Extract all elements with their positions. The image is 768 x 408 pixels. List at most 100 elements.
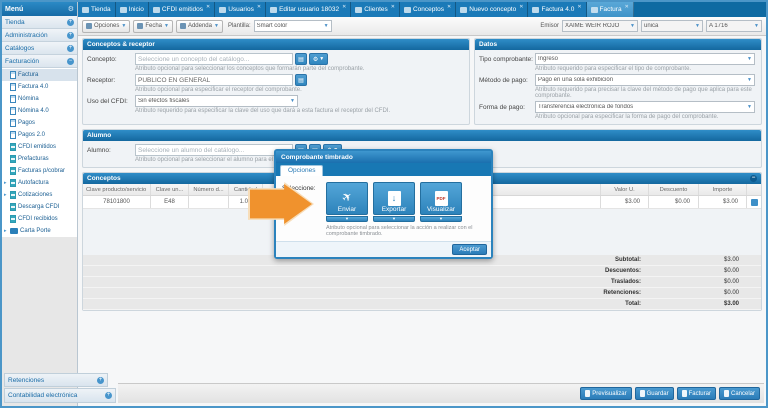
sidebar-item[interactable]: ▸ Carta Porte bbox=[2, 225, 77, 237]
col-actions bbox=[747, 184, 761, 195]
footer-button[interactable]: Previsualizar bbox=[580, 387, 632, 400]
close-icon[interactable]: ✕ bbox=[257, 2, 261, 10]
concepto-options-button[interactable]: ⚙ ▼ bbox=[309, 53, 328, 65]
footer-button[interactable]: Cancelar bbox=[718, 387, 760, 400]
close-icon[interactable]: ✕ bbox=[577, 2, 581, 10]
sidebar-section[interactable]: Facturación − bbox=[2, 55, 77, 68]
aceptar-button[interactable]: Aceptar bbox=[452, 244, 487, 255]
footer-button[interactable]: Facturar bbox=[676, 387, 716, 400]
emisor-select[interactable]: A 1716 ▼ bbox=[706, 20, 762, 32]
action-button[interactable]: Visualizar bbox=[420, 182, 462, 215]
tab[interactable]: Factura 4.0 ✕ bbox=[528, 2, 587, 17]
sidebar-item[interactable]: ▸ Factura bbox=[2, 69, 77, 81]
sidebar-section[interactable]: Administración + bbox=[2, 29, 77, 42]
sidebar-item[interactable]: ▸ Nómina bbox=[2, 93, 77, 105]
action-icon bbox=[434, 191, 448, 206]
toolbar-dropdown-button[interactable]: Fecha ▼ bbox=[133, 19, 173, 33]
footer-button[interactable]: Guardar bbox=[634, 387, 674, 400]
cell-importe: $3.00 bbox=[699, 196, 747, 208]
sidebar-section[interactable]: Catálogos + bbox=[2, 42, 77, 55]
receptor-catalog-button[interactable]: ▤ bbox=[295, 74, 307, 86]
action-dropdown-toggle[interactable]: ▼ bbox=[326, 216, 368, 222]
expand-collapse-icon[interactable]: + bbox=[97, 376, 104, 384]
panel-conceptos-receptor: Conceptos & receptor Concepto: ▤ ⚙▼ Atri… bbox=[82, 38, 470, 125]
expand-collapse-icon[interactable]: + bbox=[67, 31, 74, 39]
chevron-right-icon[interactable]: ▸ bbox=[4, 192, 8, 198]
sidebar: Menú ⚙ Tienda + Administración + Catálog… bbox=[2, 2, 78, 406]
footer-button-label: Cancelar bbox=[730, 390, 755, 397]
sidebar-item[interactable]: ▸ CFDI emitidos bbox=[2, 141, 77, 153]
tab[interactable]: Clientes ✕ bbox=[351, 2, 400, 17]
emisor-select[interactable]: XAIME WEIR ROJO ▼ bbox=[562, 20, 638, 32]
catalog-button[interactable]: ▤ bbox=[295, 53, 307, 65]
collapse-section-icon[interactable]: − bbox=[750, 175, 757, 182]
metodo-pago-help: Atributo requerido para precisar la clav… bbox=[535, 87, 752, 99]
tab[interactable]: Factura ✕ bbox=[586, 2, 634, 17]
tab[interactable]: Tienda ✕ bbox=[78, 2, 116, 17]
tab[interactable]: Inicio ✕ bbox=[115, 2, 149, 17]
sidebar-item[interactable]: ▸ Nómina 4.0 bbox=[2, 105, 77, 117]
tab[interactable]: Editar usuario 18032 ✕ bbox=[266, 2, 352, 17]
concepto-input[interactable] bbox=[135, 53, 293, 65]
tab[interactable]: Nuevo concepto ✕ bbox=[456, 2, 529, 17]
totals-block: Subtotal: $3.00 Descuentos: $0.00 Trasla… bbox=[83, 255, 761, 310]
sidebar-section[interactable]: Tienda + bbox=[2, 16, 77, 29]
sidebar-item[interactable]: ▸ Prefacturas bbox=[2, 153, 77, 165]
sidebar-item[interactable]: ▸ Pagos 2.0 bbox=[2, 129, 77, 141]
tab[interactable]: Usuarios ✕ bbox=[215, 2, 267, 17]
chevron-right-icon[interactable]: ▸ bbox=[4, 228, 8, 234]
total-label: Retenciones: bbox=[603, 290, 641, 296]
comprobante-timbrado-dialog: Comprobante timbrado Opciones Seleccione… bbox=[274, 149, 493, 259]
sidebar-section-retenciones[interactable]: Retenciones + bbox=[4, 373, 108, 387]
close-icon[interactable]: ✕ bbox=[391, 2, 395, 10]
toolbar-dropdown-button[interactable]: Addenda ▼ bbox=[175, 19, 223, 33]
row-edit-icon[interactable] bbox=[750, 198, 758, 206]
sidebar-item[interactable]: ▸ Autofactura bbox=[2, 177, 77, 189]
expand-collapse-icon[interactable]: + bbox=[67, 18, 74, 26]
chevron-right-icon[interactable]: ▸ bbox=[4, 180, 8, 186]
tipo-comprobante-select[interactable]: Ingreso ▼ bbox=[535, 53, 755, 65]
tab-icon bbox=[460, 6, 468, 13]
button-icon bbox=[585, 390, 591, 397]
forma-pago-select[interactable]: Transferencia electrónica de fondos ▼ bbox=[535, 101, 755, 113]
tab[interactable]: Conceptos ✕ bbox=[399, 2, 457, 17]
sidebar-item[interactable]: ▸ Cotizaciones bbox=[2, 189, 77, 201]
sidebar-item[interactable]: ▸ Pagos bbox=[2, 117, 77, 129]
expand-collapse-icon[interactable]: − bbox=[67, 57, 74, 65]
tab[interactable]: CFDI emitidos ✕ bbox=[148, 2, 216, 17]
uso-cfdi-select[interactable]: Sin efectos fiscales ▼ bbox=[135, 95, 298, 107]
dialog-tab-strip: Opciones bbox=[276, 163, 491, 176]
forma-pago-value: Transferencia electrónica de fondos bbox=[538, 104, 634, 110]
emisor-select[interactable]: unica ▼ bbox=[641, 20, 703, 32]
sidebar-item[interactable]: ▸ CFDI recibidos bbox=[2, 213, 77, 225]
close-icon[interactable]: ✕ bbox=[447, 2, 451, 10]
expand-collapse-icon[interactable]: + bbox=[105, 392, 112, 399]
close-icon[interactable]: ✕ bbox=[206, 2, 210, 10]
uso-cfdi-value: Sin efectos fiscales bbox=[138, 98, 190, 104]
expand-collapse-icon[interactable]: + bbox=[67, 44, 74, 52]
alumno-input[interactable] bbox=[135, 144, 293, 156]
sidebar-item[interactable]: ▸ Facturas p/cobrar bbox=[2, 165, 77, 177]
document-icon bbox=[10, 143, 16, 151]
tab-opciones[interactable]: Opciones bbox=[280, 165, 324, 176]
sidebar-item[interactable]: ▸ Factura 4.0 bbox=[2, 81, 77, 93]
col-clave-unidad: Clave un... bbox=[151, 184, 189, 195]
dialog-actions: Enviar ▼ Exportar ▼ bbox=[326, 182, 485, 222]
close-icon[interactable]: ✕ bbox=[519, 2, 523, 10]
action-button[interactable]: Enviar bbox=[326, 182, 368, 215]
close-icon[interactable]: ✕ bbox=[625, 2, 629, 10]
close-icon[interactable]: ✕ bbox=[342, 2, 346, 10]
toolbar-dropdown-button[interactable]: Opciones ▼ bbox=[82, 19, 131, 33]
receptor-input[interactable] bbox=[135, 74, 293, 86]
sidebar-section-contabilidad[interactable]: Contabilidad electrónica + bbox=[4, 388, 116, 403]
metodo-pago-select[interactable]: Pago en una sola exhibición ▼ bbox=[535, 74, 755, 86]
action-button[interactable]: Exportar bbox=[373, 182, 415, 215]
action-dropdown-toggle[interactable]: ▼ bbox=[420, 216, 462, 222]
dialog-title: Comprobante timbrado bbox=[276, 151, 491, 163]
action-dropdown-toggle[interactable]: ▼ bbox=[373, 216, 415, 222]
metodo-pago-label: Método de pago: bbox=[479, 76, 528, 84]
gear-icon[interactable]: ⚙ bbox=[68, 5, 74, 13]
sidebar-section-label: Tienda bbox=[5, 18, 25, 26]
sidebar-item[interactable]: ▸ Descarga CFDI bbox=[2, 201, 77, 213]
plantilla-select[interactable]: Smart color ▼ bbox=[253, 20, 332, 32]
